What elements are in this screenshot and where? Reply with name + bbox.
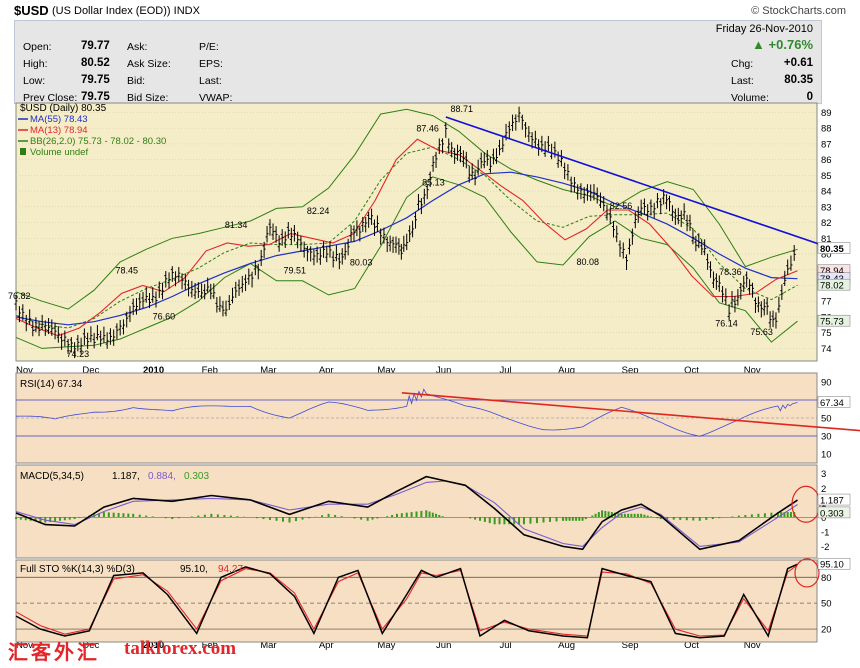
legend-ma13: MA(13) 78.94 (30, 125, 88, 136)
sto-panel (15, 559, 818, 643)
price-ytick-77: 77 (821, 297, 832, 308)
macd-value-tag: 1.187 (820, 496, 844, 507)
price-annotation: 78.36 (719, 267, 742, 277)
price-ytick-83: 83 (821, 202, 832, 213)
price-annotation: 76.82 (8, 291, 31, 301)
price-ytick-89: 89 (821, 108, 832, 119)
macd-ytick--2: -2 (821, 542, 829, 553)
price-right-tag: 75.73 (820, 317, 844, 328)
price-annotation: 75.63 (750, 327, 773, 337)
price-annotation: 88.71 (451, 104, 474, 114)
price-right-tag: 78.02 (820, 281, 844, 292)
price-annotation: 82.56 (610, 201, 633, 211)
rsi-ytick-10: 10 (821, 450, 832, 461)
price-annotation: 74.23 (67, 349, 90, 359)
watermark-en: talkforex.com (124, 638, 237, 659)
rsi-ytick-90: 90 (821, 378, 832, 389)
sto-label-k: 95.10, (180, 564, 208, 575)
macd-ytick--1: -1 (821, 527, 829, 538)
legend-volume: Volume undef (30, 147, 88, 158)
macd-ytick-2: 2 (821, 484, 826, 495)
sto-ytick-20: 20 (821, 625, 832, 636)
rsi-ytick-30: 30 (821, 432, 832, 443)
price-ytick-84: 84 (821, 187, 832, 198)
legend-ma55: MA(55) 78.43 (30, 114, 88, 125)
rsi-value-tag: 67.34 (820, 398, 844, 409)
price-annotation: 78.45 (115, 265, 138, 275)
sto-value-tag: 95.10 (820, 560, 844, 571)
price-ytick-87: 87 (821, 139, 832, 150)
price-annotation: 81.34 (225, 220, 248, 230)
price-annotation: 80.03 (350, 258, 373, 268)
rsi-ytick-50: 50 (821, 414, 832, 425)
legend-bb: BB(26,2.0) 75.73 - 78.02 - 80.30 (30, 136, 166, 147)
macd-hist-tag: 0.303 (820, 508, 844, 519)
price-ytick-85: 85 (821, 171, 832, 182)
macd-label-name: MACD(5,34,5) (20, 471, 84, 482)
macd-label-value: 1.187, (112, 471, 140, 482)
legend-price: $USD (Daily) 80.35 (20, 103, 107, 114)
macd-label-hist: 0.303 (184, 471, 209, 482)
rsi-label: RSI(14) 67.34 (20, 379, 83, 390)
macd-label-signal: 0.884, (148, 471, 176, 482)
price-annotation: 79.51 (283, 266, 306, 276)
price-annotation: 80.08 (577, 257, 600, 267)
price-annotation: 76.14 (715, 319, 738, 329)
watermark-cn: 汇客外汇 (8, 640, 100, 664)
technical-chart: 74757677787980818283848586878889 76.8274… (8, 102, 860, 651)
price-ytick-82: 82 (821, 218, 832, 229)
price-ytick-74: 74 (821, 344, 832, 355)
legend-volume-swatch (20, 148, 26, 155)
price-annotation: 85.13 (422, 177, 445, 187)
price-ytick-86: 86 (821, 155, 832, 166)
sto-ytick-50: 50 (821, 599, 832, 610)
sto-ytick-80: 80 (821, 573, 832, 584)
price-annotation: 87.46 (416, 124, 439, 134)
price-ytick-88: 88 (821, 124, 832, 135)
sto-label-d: 94.27 (218, 564, 243, 575)
price-right-tag: 80.35 (820, 244, 844, 255)
price-annotation: 82.24 (307, 206, 330, 216)
price-ytick-75: 75 (821, 328, 832, 339)
macd-ytick-3: 3 (821, 469, 826, 480)
sto-label-name: Full STO %K(14,3) %D(3) (20, 564, 135, 575)
price-annotation: 76.60 (153, 312, 176, 322)
